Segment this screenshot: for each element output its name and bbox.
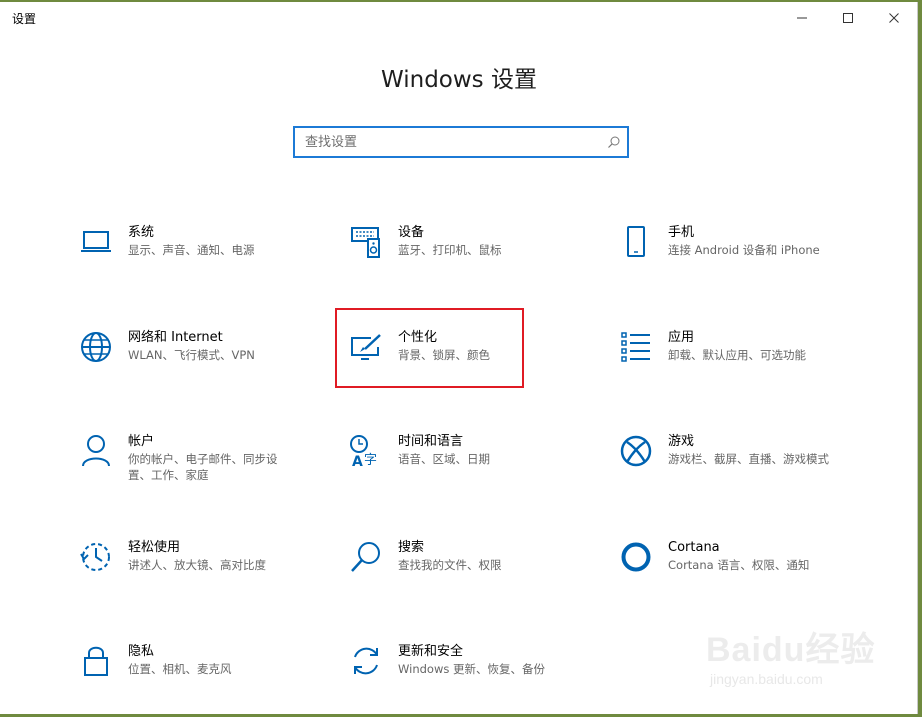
tile-description: 语音、区域、日期: [398, 452, 490, 466]
watermark-logo: Baidu经验: [706, 631, 876, 669]
search-box[interactable]: [293, 126, 629, 158]
tile-ease-of-access[interactable]: 轻松使用 讲述人、放大镜、高对比度: [78, 539, 328, 609]
tile-accounts[interactable]: 帐户 你的帐户、电子邮件、同步设置、工作、家庭: [78, 433, 328, 503]
tile-description: Windows 更新、恢复、备份: [398, 662, 545, 676]
tile-title: 搜索: [398, 540, 425, 555]
globe-icon: [78, 329, 114, 365]
tile-description: Cortana 语言、权限、通知: [668, 558, 810, 572]
tile-title: 网络和 Internet: [128, 330, 223, 345]
tile-title: 时间和语言: [398, 434, 464, 449]
tile-title: 更新和安全: [398, 644, 464, 659]
tile-description: 显示、声音、通知、电源: [128, 243, 255, 257]
xbox-icon: [618, 433, 654, 469]
search-input[interactable]: [295, 129, 601, 155]
laptop-icon: [78, 224, 114, 260]
ease-of-access-icon: [78, 539, 114, 575]
close-icon: [889, 13, 899, 23]
title-bar: 设置: [0, 2, 917, 34]
tile-privacy[interactable]: 隐私 位置、相机、麦克风: [78, 643, 328, 713]
tile-title: 设备: [398, 225, 425, 240]
svg-text:A: A: [352, 454, 363, 468]
search-icon: [348, 539, 384, 575]
tile-title: 隐私: [128, 644, 155, 659]
tile-description: WLAN、飞行模式、VPN: [128, 348, 255, 362]
devices-icon: [348, 224, 384, 260]
tile-title: 轻松使用: [128, 540, 181, 555]
tile-title: 帐户: [128, 434, 155, 449]
settings-window: 设置 Windows 设置 系统 显示、声音、通知、电源: [0, 2, 918, 714]
phone-icon: [618, 224, 654, 260]
tile-description: 位置、相机、麦克风: [128, 662, 232, 676]
tile-title: 游戏: [668, 434, 695, 449]
tile-cortana[interactable]: Cortana Cortana 语言、权限、通知: [618, 539, 868, 609]
tile-description: 游戏栏、截屏、直播、游戏模式: [668, 452, 829, 466]
close-button[interactable]: [871, 2, 917, 34]
tile-description: 查找我的文件、权限: [398, 558, 502, 572]
tile-title: 系统: [128, 225, 155, 240]
tile-title: 应用: [668, 330, 695, 345]
tile-update-security[interactable]: 更新和安全 Windows 更新、恢复、备份: [348, 643, 598, 713]
window-title: 设置: [12, 11, 37, 26]
baidu-watermark: Baidu经验 jingyan.baidu.com: [706, 622, 896, 702]
tile-description: 卸载、默认应用、可选功能: [668, 348, 806, 362]
maximize-icon: [843, 13, 853, 23]
tile-network[interactable]: 网络和 Internet WLAN、飞行模式、VPN: [78, 329, 328, 399]
time-language-icon: A 字: [348, 433, 384, 469]
tile-devices[interactable]: 设备 蓝牙、打印机、鼠标: [348, 224, 598, 294]
window-controls: [779, 2, 917, 34]
page-title: Windows 设置: [381, 67, 537, 93]
tile-description: 讲述人、放大镜、高对比度: [128, 558, 266, 572]
highlight-box: [335, 308, 524, 388]
minimize-icon: [797, 17, 807, 19]
minimize-button[interactable]: [779, 2, 825, 34]
tile-description: 蓝牙、打印机、鼠标: [398, 243, 502, 257]
cortana-icon: [618, 539, 654, 575]
svg-text:字: 字: [364, 453, 377, 468]
tile-time-language[interactable]: A 字 时间和语言 语音、区域、日期: [348, 433, 598, 503]
tile-system[interactable]: 系统 显示、声音、通知、电源: [78, 224, 328, 294]
lock-icon: [78, 643, 114, 679]
tile-title: 手机: [668, 225, 695, 240]
person-icon: [78, 433, 114, 469]
tile-description: 连接 Android 设备和 iPhone: [668, 243, 820, 257]
magnifier-icon[interactable]: [601, 129, 627, 155]
tile-title: Cortana: [668, 540, 720, 555]
maximize-button[interactable]: [825, 2, 871, 34]
tile-description: 你的帐户、电子邮件、同步设置、工作、家庭: [128, 452, 278, 482]
tile-search[interactable]: 搜索 查找我的文件、权限: [348, 539, 598, 609]
sync-icon: [348, 643, 384, 679]
watermark-url: jingyan.baidu.com: [710, 671, 823, 687]
apps-list-icon: [618, 329, 654, 365]
tile-phone[interactable]: 手机 连接 Android 设备和 iPhone: [618, 224, 868, 294]
tile-gaming[interactable]: 游戏 游戏栏、截屏、直播、游戏模式: [618, 433, 868, 503]
tile-apps[interactable]: 应用 卸载、默认应用、可选功能: [618, 329, 868, 399]
